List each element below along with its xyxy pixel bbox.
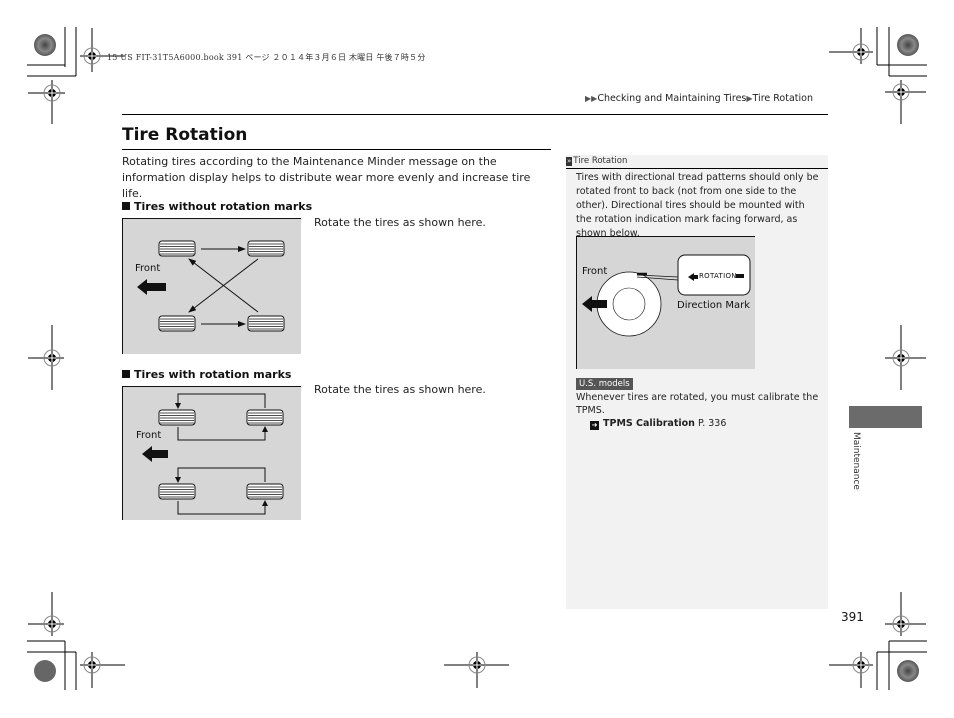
square-bullet-icon: [122, 370, 130, 378]
front-label: Front: [136, 430, 162, 441]
us-models-badge: U.S. models: [576, 378, 633, 390]
chapter-tab[interactable]: [849, 406, 922, 428]
section-heading-text: Tires with rotation marks: [134, 368, 292, 381]
breadcrumb: ▶▶Checking and Maintaining Tires▶Tire Ro…: [585, 93, 813, 104]
square-bullet-icon: [122, 202, 130, 210]
intro-paragraph: Rotating tires according to the Maintena…: [122, 155, 531, 200]
rotation-diagram-no-marks: Front: [122, 218, 301, 354]
front-arrow-icon: [142, 446, 168, 462]
tpms-note: Whenever tires are rotated, you must cal…: [576, 392, 819, 416]
tire-rear-right-icon: [247, 315, 285, 332]
section-heading: Tires with rotation marks: [122, 368, 291, 381]
page-title: Tire Rotation: [122, 125, 248, 145]
sidebar-label-text: Tire Rotation: [573, 156, 628, 166]
front-label: Front: [135, 263, 161, 274]
front-label: Front: [582, 266, 608, 277]
print-header: 15 US FIT-31T5A6000.book 391 ページ ２０１４年３月…: [107, 53, 426, 62]
double-triangle-icon: ▶▶: [585, 94, 598, 103]
tire-rear-right-icon: [246, 483, 284, 500]
front-arrow-icon: [137, 279, 166, 295]
chapter-label: Maintenance: [851, 432, 861, 490]
breadcrumb-item[interactable]: Checking and Maintaining Tires: [597, 93, 746, 104]
page-number: 391: [841, 610, 864, 624]
xref-title[interactable]: TPMS Calibration: [603, 418, 695, 429]
direction-mark-label: Direction Mark: [677, 300, 751, 311]
tire-front-left-icon: [158, 409, 196, 426]
xref-page[interactable]: P. 336: [698, 418, 726, 429]
figure-caption: Rotate the tires as shown here.: [314, 216, 486, 229]
sidebar-label: » Tire Rotation: [566, 156, 627, 166]
tire-rear-left-icon: [246, 409, 284, 426]
tire-front-right-icon: [158, 315, 196, 332]
rotation-mark-text: ROTATION: [699, 272, 737, 280]
direction-mark-diagram: Front ROTATION Direction Mark: [576, 236, 755, 369]
section-heading: Tires without rotation marks: [122, 200, 312, 213]
tpms-cross-reference[interactable]: ➜ TPMS Calibration P. 336: [590, 418, 726, 430]
header-rule: [122, 114, 828, 115]
figure-caption: Rotate the tires as shown here.: [314, 383, 486, 396]
title-rule: [122, 149, 551, 150]
cross-reference-arrow-icon: ➜: [590, 421, 599, 430]
sidebar-rule: [566, 168, 828, 169]
double-chevron-icon: »: [566, 157, 573, 166]
rotation-diagram-with-marks: Front: [122, 386, 301, 520]
tire-rear-left-icon: [247, 240, 285, 257]
wheel-hub-icon: [612, 287, 646, 321]
sidebar-text: Tires with directional tread patterns sh…: [576, 172, 819, 239]
breadcrumb-item[interactable]: Tire Rotation: [753, 93, 813, 104]
tire-front-right-icon: [158, 483, 196, 500]
tire-front-left-icon: [158, 240, 196, 257]
section-heading-text: Tires without rotation marks: [134, 200, 313, 213]
